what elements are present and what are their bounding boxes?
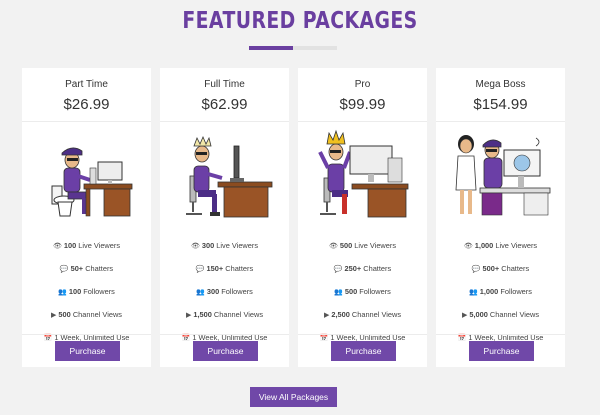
title-divider (249, 46, 337, 50)
calendar-icon: 📅 (319, 335, 329, 342)
feature-chatters: 💬 150+ Chatters (160, 257, 289, 280)
feature-followers: 👥 100 Followers (22, 280, 151, 303)
eye-icon: 👁 (463, 243, 473, 250)
feature-chatters: 💬 500+ Chatters (436, 257, 565, 280)
package-name: Pro (354, 79, 371, 90)
card-divider (160, 121, 289, 122)
package-card-pro: Pro $99.99 👁 500 Live Viewers 💬 250+ Chatt… (298, 68, 427, 367)
play-icon: ▶ (185, 312, 192, 319)
bitmoji-with-crown-at-desk-image (186, 135, 273, 218)
feature-list: 👁 300 Live Viewers 💬 150+ Chatters 👥 300 Fo… (160, 234, 289, 349)
card-divider (160, 334, 289, 335)
feature-list: 👁 500 Live Viewers 💬 250+ Chatters 👥 500 Fo… (298, 234, 427, 349)
feature-channel-views: ▶ 500 Channel Views (22, 303, 151, 326)
package-price: $99.99 (339, 96, 386, 113)
bitmoji-on-toilet-at-desk-image (51, 147, 133, 217)
feature-live-viewers: 👁 100 Live Viewers (22, 234, 151, 257)
calendar-icon: 📅 (43, 335, 53, 342)
view-all-packages-button[interactable]: View All Packages (250, 387, 337, 407)
feature-live-viewers: 👁 1,000 Live Viewers (436, 234, 565, 257)
feature-channel-views: ▶ 2,500 Channel Views (298, 303, 427, 326)
purchase-button-full-time[interactable]: Purchase (193, 341, 258, 361)
feature-list: 👁 100 Live Viewers 💬 50+ Chatters 👥 100 Fol… (22, 234, 151, 349)
feature-chatters: 💬 250+ Chatters (298, 257, 427, 280)
play-icon: ▶ (461, 312, 468, 319)
card-divider (436, 121, 565, 122)
package-name: Full Time (204, 79, 245, 90)
package-name: Part Time (65, 79, 108, 90)
section-title: FEATURED PACKAGES (182, 8, 418, 34)
feature-followers: 👥 500 Followers (298, 280, 427, 303)
card-divider (22, 334, 151, 335)
users-icon: 👥 (58, 289, 67, 296)
play-icon: ▶ (323, 312, 330, 319)
comments-icon: 💬 (471, 266, 481, 273)
package-price: $62.99 (201, 96, 248, 113)
users-icon: 👥 (334, 289, 343, 296)
package-price: $26.99 (63, 96, 110, 113)
package-card-full-time: Full Time $62.99 👁 300 Live Viewers 💬 150+… (160, 68, 289, 367)
bitmoji-boss-with-assistant-image (455, 135, 551, 216)
eye-icon: 👁 (328, 243, 338, 250)
purchase-button-part-time[interactable]: Purchase (55, 341, 120, 361)
play-icon: ▶ (51, 312, 57, 319)
feature-channel-views: ▶ 1,500 Channel Views (160, 303, 289, 326)
comments-icon: 💬 (59, 266, 69, 273)
feature-channel-views: ▶ 5,000 Channel Views (436, 303, 565, 326)
package-price: $154.99 (473, 96, 528, 113)
card-divider (22, 121, 151, 122)
users-icon: 👥 (196, 289, 205, 296)
purchase-button-pro[interactable]: Purchase (331, 341, 396, 361)
package-card-part-time: Part Time $26.99 👁 100 Live Viewers 💬 50+ … (22, 68, 151, 367)
feature-chatters: 💬 50+ Chatters (22, 257, 151, 280)
feature-live-viewers: 👁 500 Live Viewers (298, 234, 427, 257)
feature-list: 👁 1,000 Live Viewers 💬 500+ Chatters 👥 1,00… (436, 234, 565, 349)
package-card-mega-boss: Mega Boss $154.99 👁 1,000 Live Viewers 💬 5… (436, 68, 565, 367)
users-icon: 👥 (469, 289, 478, 296)
calendar-icon: 📅 (181, 335, 191, 342)
eye-icon: 👁 (52, 243, 62, 250)
comments-icon: 💬 (195, 266, 205, 273)
feature-live-viewers: 👁 300 Live Viewers (160, 234, 289, 257)
card-divider (436, 334, 565, 335)
feature-followers: 👥 1,000 Followers (436, 280, 565, 303)
purchase-button-mega-boss[interactable]: Purchase (469, 341, 534, 361)
title-divider-accent (249, 46, 293, 50)
feature-followers: 👥 300 Followers (160, 280, 289, 303)
comments-icon: 💬 (333, 266, 343, 273)
eye-icon: 👁 (190, 243, 200, 250)
card-divider (298, 334, 427, 335)
calendar-icon: 📅 (457, 335, 467, 342)
card-divider (298, 121, 427, 122)
package-name: Mega Boss (475, 79, 526, 90)
bitmoji-king-at-desk-image (318, 129, 409, 218)
